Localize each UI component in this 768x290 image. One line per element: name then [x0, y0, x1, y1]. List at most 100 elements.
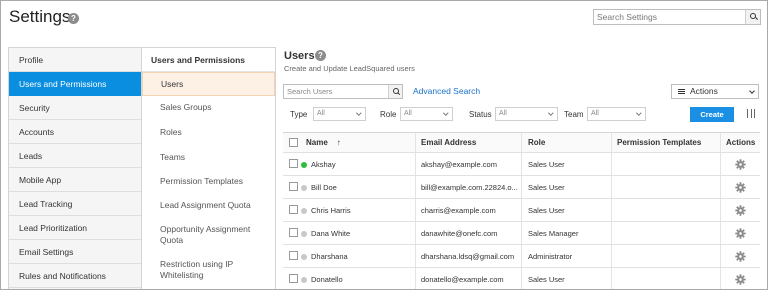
user-name[interactable]: Dharshana — [311, 245, 411, 267]
column-header-role[interactable]: Role — [528, 133, 608, 152]
status-indicator — [301, 231, 307, 237]
filter-role-select[interactable]: All — [400, 107, 453, 121]
subnav-item-ip-whitelisting[interactable]: Restriction using IP Whitelisting — [142, 259, 250, 281]
status-indicator — [301, 208, 307, 214]
user-name[interactable]: Bill Doe — [311, 176, 411, 198]
sidebar-item-security[interactable]: Security — [9, 96, 141, 120]
users-title: Users — [284, 50, 315, 62]
filter-status-value: All — [499, 110, 507, 117]
chevron-down-icon — [547, 109, 553, 115]
filter-team-select[interactable]: All — [587, 107, 646, 121]
create-user-button[interactable]: Create — [690, 107, 734, 122]
filter-bar: Type All Role All Status All Team All Cr… — [283, 105, 759, 127]
row-checkbox[interactable] — [289, 251, 298, 260]
row-checkbox[interactable] — [289, 182, 298, 191]
user-email: donatello@example.com — [421, 275, 504, 284]
subnav-item-permission-templates[interactable]: Permission Templates — [142, 176, 243, 187]
status-indicator — [301, 254, 307, 260]
gear-icon[interactable] — [735, 274, 746, 285]
sidebar-item-profile[interactable]: Profile — [9, 48, 141, 72]
table-header-row: Name ↑ Email Address Role Permission Temp… — [283, 133, 760, 153]
row-checkbox[interactable] — [289, 274, 298, 283]
user-role: Sales User — [528, 183, 565, 192]
user-name[interactable]: Donatello — [311, 268, 411, 289]
user-name[interactable]: Akshay — [311, 153, 411, 175]
row-checkbox[interactable] — [289, 205, 298, 214]
gear-icon[interactable] — [735, 182, 746, 193]
chevron-down-icon — [442, 109, 448, 115]
chevron-down-icon — [749, 88, 755, 94]
users-permissions-subnav: Users and Permissions Users Sales Groups… — [142, 47, 276, 289]
search-users-input[interactable] — [284, 85, 387, 98]
column-header-name[interactable]: Name ↑ — [306, 133, 411, 152]
table-row[interactable]: Dharshana dharshana.ldsq@gmail.com Adminis… — [283, 245, 760, 268]
table-row[interactable]: Dana White danawhite@onefc.com Sales Manag… — [283, 222, 760, 245]
filter-type-select[interactable]: All — [313, 107, 366, 121]
select-all-checkbox[interactable] — [289, 138, 298, 147]
sidebar-item-rules-and-notifications[interactable]: Rules and Notifications — [9, 264, 141, 288]
search-settings-button[interactable] — [745, 10, 760, 24]
search-settings-box — [593, 9, 761, 25]
gear-icon[interactable] — [735, 228, 746, 239]
users-help-icon[interactable]: ? — [315, 50, 326, 61]
gear-icon[interactable] — [735, 251, 746, 262]
table-row[interactable]: Akshay akshay@example.com Sales User — [283, 153, 760, 176]
settings-window: Settings ? Profile Users and Permissions… — [0, 0, 768, 290]
user-email: akshay@example.com — [421, 160, 497, 169]
table-row[interactable]: Donatello donatello@example.com Sales User — [283, 268, 760, 289]
hamburger-icon — [678, 89, 685, 94]
row-checkbox[interactable] — [289, 228, 298, 237]
status-indicator — [301, 185, 307, 191]
subnav-item-roles[interactable]: Roles — [142, 127, 182, 138]
sort-ascending-icon[interactable]: ↑ — [337, 138, 341, 147]
column-header-email[interactable]: Email Address — [421, 133, 516, 152]
user-role: Sales User — [528, 206, 565, 215]
filter-status-select[interactable]: All — [495, 107, 558, 121]
search-settings-input[interactable] — [594, 10, 744, 24]
chevron-down-icon — [355, 109, 361, 115]
users-table: Name ↑ Email Address Role Permission Temp… — [283, 132, 760, 289]
subnav-item-sales-groups[interactable]: Sales Groups — [142, 102, 212, 113]
status-indicator — [301, 162, 307, 168]
filter-team-label: Team — [564, 110, 584, 119]
filter-team-value: All — [591, 110, 599, 117]
subnav-item-lead-assignment-quota[interactable]: Lead Assignment Quota — [142, 200, 251, 211]
gear-icon[interactable] — [735, 205, 746, 216]
sidebar-item-mobile-app[interactable]: Mobile App — [9, 168, 141, 192]
chevron-down-icon — [635, 109, 641, 115]
sidebar-item-users-and-permissions[interactable]: Users and Permissions — [9, 72, 141, 96]
columns-icon[interactable] — [747, 109, 755, 118]
sidebar-item-email-settings[interactable]: Email Settings — [9, 240, 141, 264]
sidebar-item-leads[interactable]: Leads — [9, 144, 141, 168]
filter-role-value: All — [404, 110, 412, 117]
search-icon — [749, 12, 758, 21]
page-title: Settings — [9, 7, 71, 26]
user-email: dharshana.ldsq@gmail.com — [421, 252, 515, 261]
sidebar-item-lead-tracking[interactable]: Lead Tracking — [9, 192, 141, 216]
filter-status-label: Status — [469, 110, 492, 119]
column-header-permission-templates[interactable]: Permission Templates — [617, 133, 717, 152]
subnav-item-opportunity-assignment-quota[interactable]: Opportunity Assignment Quota — [142, 224, 260, 246]
user-role: Sales User — [528, 160, 565, 169]
sidebar-item-lead-prioritization[interactable]: Lead Prioritization — [9, 216, 141, 240]
page-header: Settings ? — [1, 1, 767, 41]
user-name[interactable]: Chris Harris — [311, 199, 411, 221]
actions-dropdown[interactable]: Actions — [671, 84, 759, 99]
users-main-panel: Users ? Create and Update LeadSquared us… — [276, 41, 767, 289]
user-name[interactable]: Dana White — [311, 222, 411, 244]
sidebar-item-accounts[interactable]: Accounts — [9, 120, 141, 144]
subnav-item-users[interactable]: Users — [142, 72, 275, 96]
row-checkbox[interactable] — [289, 159, 298, 168]
subnav-item-teams[interactable]: Teams — [142, 152, 185, 163]
user-role: Sales Manager — [528, 229, 579, 238]
advanced-search-link[interactable]: Advanced Search — [413, 86, 480, 96]
filter-type-value: All — [317, 110, 325, 117]
search-users-button[interactable] — [388, 85, 402, 98]
help-icon[interactable]: ? — [68, 13, 79, 24]
user-role: Sales User — [528, 275, 565, 284]
user-role: Administrator — [528, 252, 573, 261]
status-indicator — [301, 277, 307, 283]
table-row[interactable]: Chris Harris charris@example.com Sales Use… — [283, 199, 760, 222]
gear-icon[interactable] — [735, 159, 746, 170]
table-row[interactable]: Bill Doe bill@example.com.22824.o... Sales… — [283, 176, 760, 199]
